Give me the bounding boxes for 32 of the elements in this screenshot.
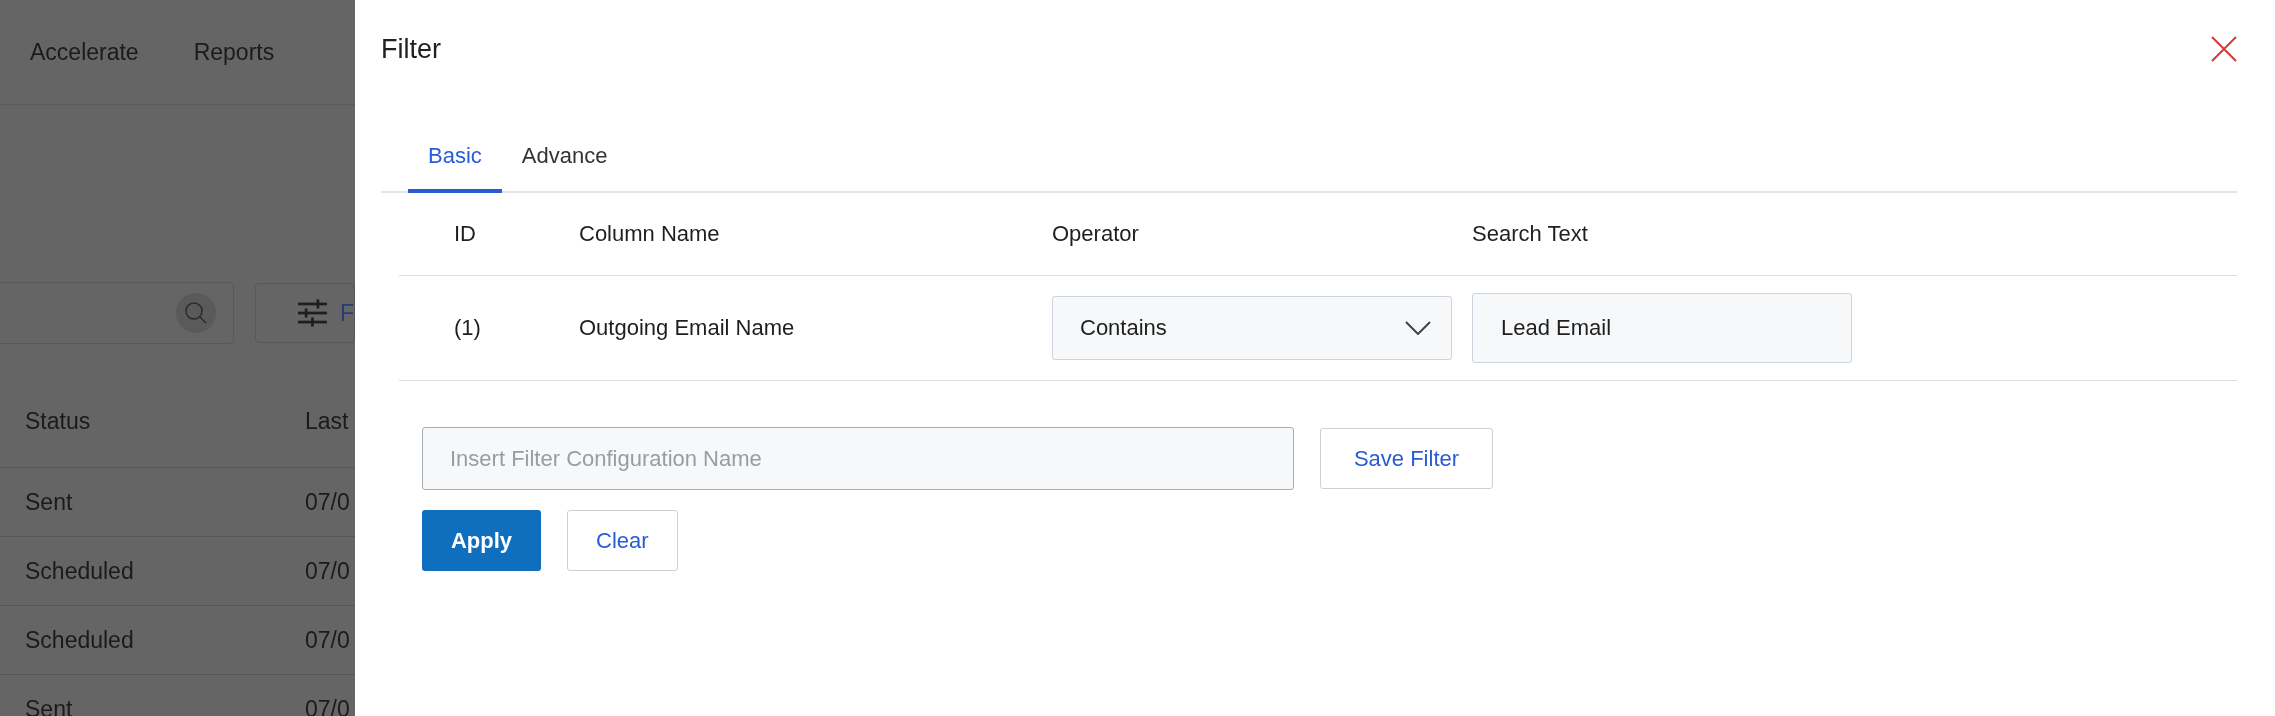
config-name-field[interactable]: Insert Filter Configuration Name — [422, 427, 1294, 490]
close-icon[interactable] — [2211, 36, 2237, 62]
search-field[interactable] — [0, 282, 234, 344]
table-cell-text: Scheduled — [24, 557, 135, 585]
table-cell-text: Sent — [24, 695, 74, 716]
column-header: ID — [453, 221, 477, 247]
clear-button[interactable]: Clear — [567, 510, 678, 571]
operator-dropdown[interactable]: Contains — [1052, 296, 1452, 360]
column-header: Search Text — [1472, 221, 1588, 247]
tab[interactable]: Advance — [501, 123, 628, 193]
panel-title: Filter — [381, 33, 441, 65]
column-header: Column Name — [579, 221, 721, 247]
nav-item[interactable]: Accelerate — [30, 38, 139, 66]
column-header: Operator — [1052, 221, 1140, 247]
table-cell: 07/0 — [305, 557, 350, 585]
apply-button[interactable]: Apply — [422, 510, 541, 571]
search-icon[interactable] — [176, 293, 216, 333]
table-cell-text: Sent — [24, 488, 74, 516]
column-header: Last — [305, 407, 349, 435]
chevron-down-icon — [1405, 321, 1431, 335]
column-header: Status — [24, 407, 92, 435]
table-cell-text: (1) — [453, 315, 482, 341]
sliders-icon — [298, 298, 327, 328]
table-cell-text: Outgoing Email Name — [579, 315, 796, 341]
table-cell: 07/0 — [305, 488, 350, 516]
nav-item[interactable]: Reports — [193, 38, 275, 66]
table-cell: 07/0 — [305, 626, 350, 654]
save-filter-button[interactable]: Save Filter — [1320, 428, 1493, 489]
table-cell: 07/0 — [305, 695, 350, 716]
table-cell-text: Scheduled — [24, 626, 135, 654]
search-text-field[interactable]: Lead Email — [1472, 293, 1852, 363]
tab[interactable]: Basic — [408, 123, 502, 193]
